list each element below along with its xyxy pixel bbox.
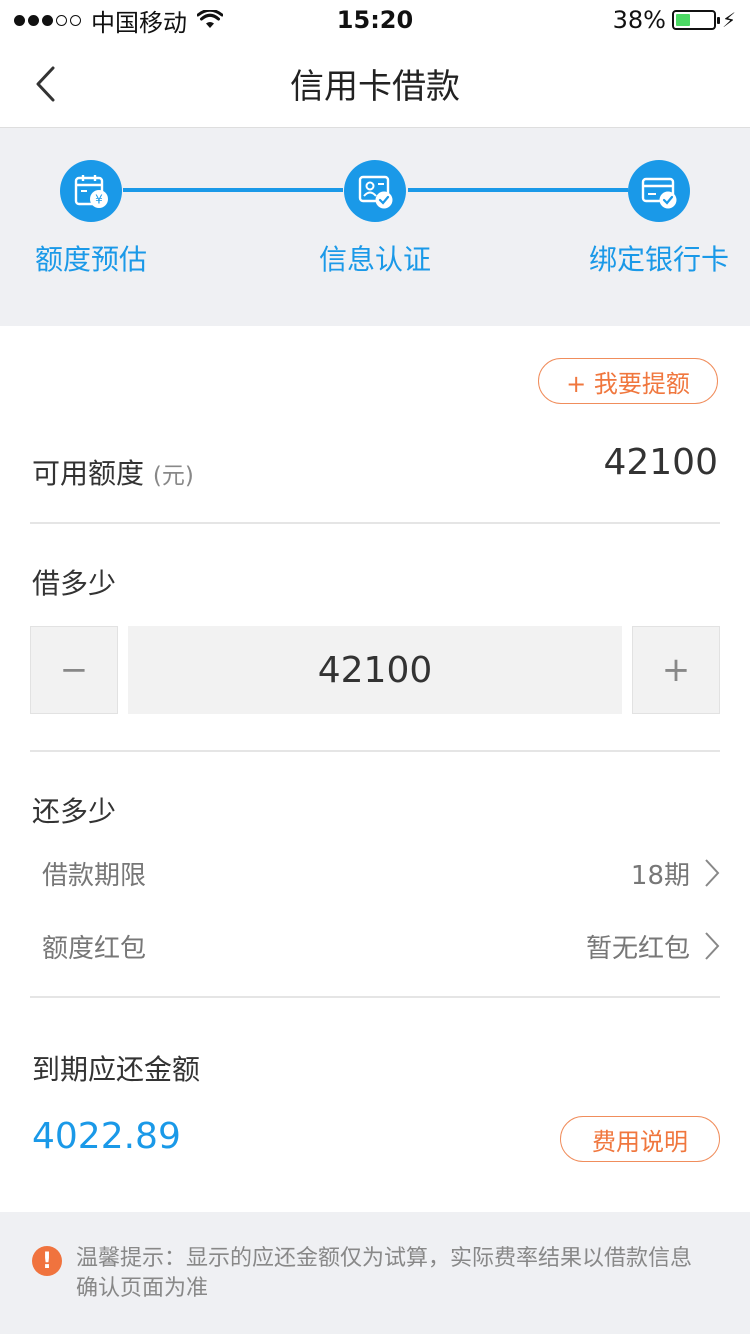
chevron-right-icon — [705, 932, 720, 960]
step-circle: ¥ — [60, 160, 122, 222]
available-limit-text: 可用额度 — [32, 457, 145, 490]
wifi-icon — [197, 10, 223, 28]
currency-unit: (元) — [152, 463, 194, 489]
step-label: 信息认证 — [318, 243, 431, 276]
repay-section-label: 还多少 — [32, 795, 117, 828]
page-title: 信用卡借款 — [290, 67, 460, 107]
red-packet-row[interactable]: 额度红包 暂无红包 — [42, 921, 720, 971]
chevron-left-icon — [36, 66, 55, 102]
step-quota-estimate: ¥ 额度预估 — [1, 160, 181, 278]
bank-card-check-icon — [641, 177, 677, 209]
due-amount-value: 4022.89 — [32, 1116, 181, 1157]
svg-text:¥: ¥ — [95, 193, 103, 207]
loan-term-label: 借款期限 — [42, 860, 147, 891]
red-packet-right: 暂无红包 — [586, 928, 720, 965]
step-circle — [344, 160, 406, 222]
battery-fill — [675, 14, 690, 26]
warm-tip: ! 温馨提示：显示的应还金额仅为试算，实际费率结果以借款信息确认页面为准 — [0, 1212, 750, 1334]
calendar-yen-icon: ¥ — [74, 175, 108, 208]
borrow-amount-input[interactable] — [128, 626, 622, 714]
step-label: 额度预估 — [34, 243, 147, 276]
status-right: 38% ⚡︎ — [613, 6, 736, 34]
fee-explanation-button[interactable]: 费用说明 — [560, 1116, 720, 1162]
loan-term-right: 18期 — [631, 855, 720, 892]
nav-bar: 信用卡借款 — [0, 40, 750, 128]
red-packet-value: 暂无红包 — [585, 933, 690, 964]
step-circle — [628, 160, 690, 222]
carrier-label: 中国移动 — [91, 8, 187, 37]
id-card-check-icon — [358, 175, 393, 209]
tip-text: 温馨提示：显示的应还金额仅为试算，实际费率结果以借款信息确认页面为准 — [76, 1246, 693, 1301]
status-left: 中国移动 — [14, 3, 223, 38]
progress-steps: ¥ 额度预估 信息认证 绑定银行卡 — [0, 128, 750, 326]
available-limit-value: 42100 — [603, 442, 718, 483]
loan-term-row[interactable]: 借款期限 18期 — [42, 848, 720, 898]
divider — [30, 996, 720, 998]
back-button[interactable] — [20, 54, 70, 114]
battery-percent: 38% — [612, 6, 666, 34]
red-packet-label: 额度红包 — [42, 933, 147, 964]
battery-icon — [671, 10, 720, 30]
due-amount-label: 到期应还金额 — [32, 1053, 201, 1086]
signal-icon — [14, 14, 81, 26]
available-limit-label: 可用额度 (元) — [32, 452, 194, 492]
borrow-amount-label: 借多少 — [32, 567, 117, 600]
step-label: 绑定银行卡 — [588, 243, 729, 276]
decrease-button[interactable]: − — [30, 626, 118, 714]
charging-bolt-icon: ⚡︎ — [721, 8, 736, 32]
divider — [30, 522, 720, 524]
divider — [30, 750, 720, 752]
loan-term-value: 18期 — [630, 860, 690, 891]
step-bind-card: 绑定银行卡 — [569, 160, 749, 278]
exclamation-icon: ! — [32, 1246, 62, 1276]
raise-limit-button[interactable]: + 我要提额 — [538, 358, 718, 404]
status-bar: 中国移动 15:20 38% ⚡︎ — [0, 0, 750, 40]
chevron-right-icon — [705, 859, 720, 887]
step-info-verify: 信息认证 — [285, 160, 465, 278]
increase-button[interactable]: + — [632, 626, 720, 714]
